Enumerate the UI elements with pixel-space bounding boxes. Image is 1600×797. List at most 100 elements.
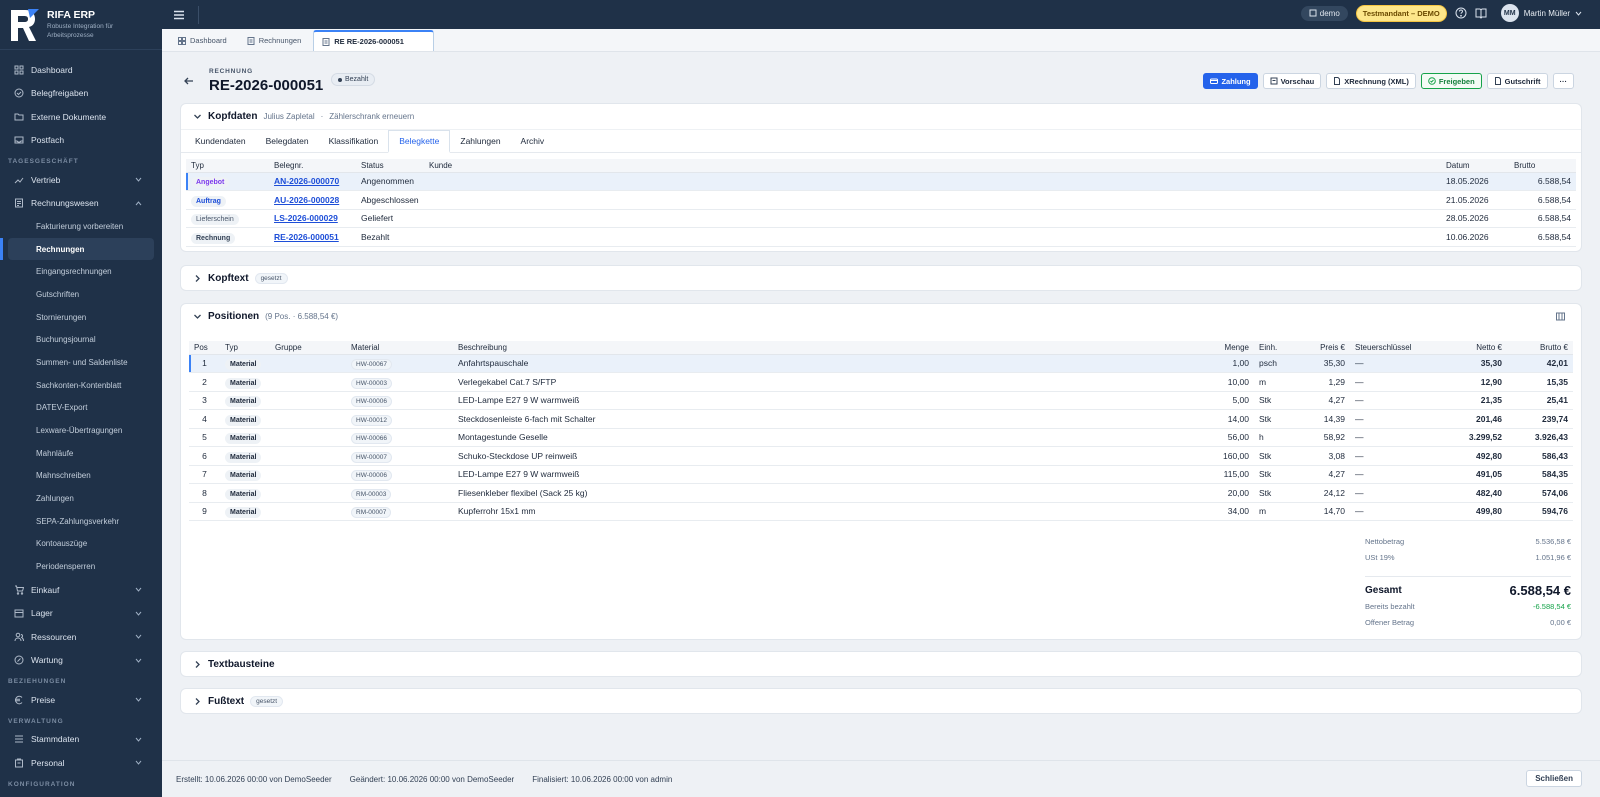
nav-preise[interactable]: Preise [0,688,162,712]
xrechnung-button[interactable]: XRechnung (XML) [1326,73,1416,89]
mandant-switch[interactable]: demo [1300,5,1348,21]
table-row[interactable]: 3 Material HW-00006 LED-Lampe E27 9 W warmw… [189,391,1573,410]
table-row[interactable]: Rechnung RE-2026-000051 Bezahlt 10.06.20… [186,227,1576,247]
document-link[interactable]: LS-2026-000029 [274,213,338,223]
back-arrow-icon[interactable] [180,72,198,90]
nav-sub-fakturierung[interactable]: Fakturierung vorbereiten [0,215,162,238]
nav-sub-eingangsrechnungen[interactable]: Eingangsrechnungen [0,260,162,283]
nav-sub-gutschriften[interactable]: Gutschriften [0,283,162,306]
table-row[interactable]: Lieferschein LS-2026-000029 Geliefert 28… [186,209,1576,228]
table-row[interactable]: 9 Material RM-00007 Kupferrohr 15x1 mm 34,00… [189,502,1573,521]
nav-personal[interactable]: Personal [0,751,162,775]
cell-brutto: 6.588,54 [1509,172,1576,191]
cell-beschreibung: Schuko-Steckdose UP reinweiß [453,446,1194,466]
positionen-header[interactable]: Positionen (9 Pos. · 6.588,54 €) [181,304,1581,329]
cell-nr: AN-2026-000070 [269,172,356,191]
nav-rechnungswesen[interactable]: Rechnungswesen [0,192,162,216]
col-gruppe: Gruppe [270,341,346,355]
table-row[interactable]: 1 Material HW-00067 Anfahrtspauschale 1,00 ps… [189,354,1573,373]
nav-wartung[interactable]: Wartung [0,649,162,673]
nav-sub-sepa[interactable]: SEPA-Zahlungsverkehr [0,510,162,533]
nav-sub-mahnschreiben[interactable]: Mahnschreiben [0,465,162,488]
nav-belegfreigaben[interactable]: Belegfreigaben [0,82,162,106]
textbausteine-header[interactable]: Textbausteine [181,652,1581,677]
chevron-down-icon [194,114,201,119]
cell-beschreibung: LED-Lampe E27 9 W warmweiß [453,465,1194,484]
subtab-belegkette[interactable]: Belegkette [388,130,451,153]
nav-sub-zahlungen[interactable]: Zahlungen [0,487,162,510]
more-actions-button[interactable]: ··· [1552,73,1574,89]
nav-externe-dokumente[interactable]: Externe Dokumente [0,105,162,129]
nav-sub-sachkonten[interactable]: Sachkonten-Kontenblatt [0,374,162,397]
nav-section-tagesgeschaeft: TAGESGESCHÄFT [8,158,79,165]
cell-preis: 14,39 [1292,409,1350,429]
app-tagline: Robuste Integration für Arbeitsprozesse [47,23,114,39]
chevron-right-icon [195,275,200,282]
nav-vertrieb[interactable]: Vertrieb [0,168,162,192]
subtab-klassifikation[interactable]: Klassifikation [319,130,389,152]
chevron-down-icon [135,634,142,639]
nav-sub-mahnlaeufe[interactable]: Mahnläufe [0,442,162,465]
nav-sub-datev[interactable]: DATEV-Export [0,397,162,420]
table-row[interactable]: Angebot AN-2026-000070 Angenommen 18.05.… [186,172,1576,191]
nav-sub-stornierungen[interactable]: Stornierungen [0,306,162,329]
freigeben-button[interactable]: Freigeben [1420,73,1482,89]
document-link[interactable]: RE-2026-000051 [274,232,339,242]
nav-label: Postfach [31,135,65,146]
tab-dashboard[interactable]: Dashboard [170,30,235,51]
table-row[interactable]: 8 Material RM-00003 Fliesenkleber flexibel … [189,483,1573,503]
col-typ: Typ [220,341,270,355]
gutschrift-button[interactable]: Gutschrift [1486,73,1548,89]
customer-name: Julius Zapletal [263,112,315,121]
nav-dashboard[interactable]: Dashboard [0,58,162,82]
kopfdaten-header[interactable]: Kopfdaten Julius Zapletal · Zählerschran… [181,104,1581,129]
nav-postfach[interactable]: Postfach [0,129,162,153]
nav-sub-summen-salden[interactable]: Summen- und Saldenliste [0,351,162,374]
fusstext-header[interactable]: Fußtext gesetzt [181,689,1581,714]
tab-label: RE RE-2026-000051 [334,37,404,46]
logo[interactable]: RIFA ERP Robuste Integration für Arbeits… [0,0,162,50]
cell-brutto: 6.588,54 [1509,227,1576,247]
nav-ressourcen[interactable]: Ressourcen [0,625,162,649]
nav-sub-kontoauszuege[interactable]: Kontoauszüge [0,533,162,556]
card-title: Textbausteine [208,659,275,670]
nav-lager[interactable]: Lager [0,602,162,626]
subtab-zahlungen[interactable]: Zahlungen [450,130,510,152]
close-button[interactable]: Schließen [1526,770,1582,787]
cell-pos: 1 [189,354,220,373]
cell-menge: 5,00 [1194,391,1254,410]
nav-sub-buchungsjournal[interactable]: Buchungsjournal [0,328,162,351]
subtab-archiv[interactable]: Archiv [511,130,555,152]
cell-brutto: 6.588,54 [1509,209,1576,228]
nav-stammdaten[interactable]: Stammdaten [0,728,162,752]
table-row[interactable]: 5 Material HW-00066 Montagestunde Geselle 56… [189,428,1573,447]
nav-sub-periodensperren[interactable]: Periodensperren [0,555,162,578]
table-row[interactable]: 6 Material HW-00007 Schuko-Steckdose UP rei… [189,446,1573,466]
nav-label: Vertrieb [31,174,61,185]
document-link[interactable]: AN-2026-000070 [274,176,339,186]
columns-icon[interactable] [1556,312,1565,321]
table-row[interactable]: Auftrag AU-2026-000028 Abgeschlossen 21.… [186,190,1576,210]
cell-brutto: 42,01 [1507,354,1573,373]
tab-rechnungen[interactable]: Rechnungen [239,30,310,51]
table-row[interactable]: 7 Material HW-00006 LED-Lampe E27 9 W warmw… [189,465,1573,484]
kopftext-header[interactable]: Kopftext gesetzt [181,266,1581,291]
status-label: Bezahlt [345,76,369,83]
nav-sub-rechnungen[interactable]: Rechnungen [0,237,154,261]
menu-icon[interactable] [172,8,186,22]
cell-typ: Auftrag [186,190,269,210]
kopftext-card: Kopftext gesetzt [180,265,1582,291]
subtab-kundendaten[interactable]: Kundendaten [185,130,256,152]
table-row[interactable]: 2 Material HW-00003 Verlegekabel Cat.7 S/FT… [189,372,1573,392]
nav-einkauf[interactable]: Einkauf [0,578,162,602]
book-icon[interactable] [1475,7,1487,19]
nav-sub-lexware[interactable]: Lexware-Übertragungen [0,419,162,442]
zahlung-button[interactable]: Zahlung [1203,73,1258,89]
user-menu[interactable]: MM Martin Müller [1500,4,1582,22]
vorschau-button[interactable]: Vorschau [1262,73,1322,89]
document-link[interactable]: AU-2026-000028 [274,195,339,205]
subtab-belegdaten[interactable]: Belegdaten [256,130,319,152]
tab-current-invoice[interactable]: RE RE-2026-000051 [313,30,435,51]
table-row[interactable]: 4 Material HW-00012 Steckdosenleiste 6-fach… [189,409,1573,429]
help-icon[interactable] [1455,7,1467,19]
